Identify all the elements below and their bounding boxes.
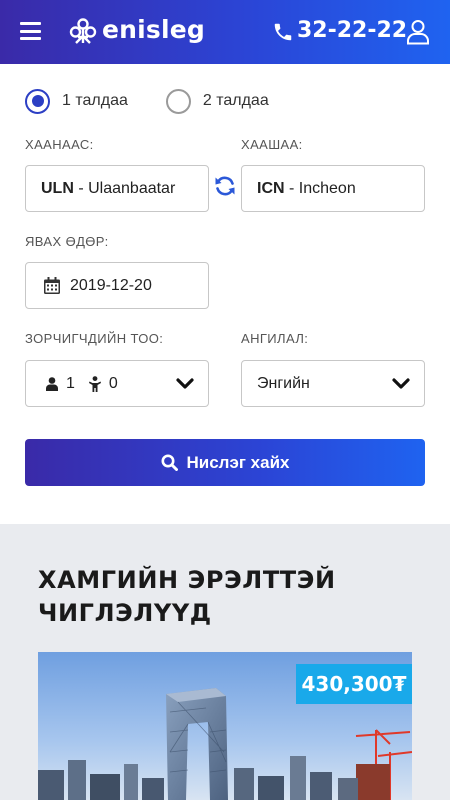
child-count: 0 [108,374,118,392]
phone-number[interactable]: 32-22-22 [297,18,407,43]
phone-icon[interactable] [272,21,294,43]
section-title: ХАМГИЙН ЭРЭЛТТЭЙ ЧИГЛЭЛҮҮД [38,564,418,630]
passengers-select[interactable]: 1 0 [25,360,209,407]
date-field[interactable]: 2019-12-20 [25,262,209,309]
logo-icon [69,18,97,44]
class-value: Энгийн [257,374,310,392]
section-title-line-1: ХАМГИЙН ЭРЭЛТТЭЙ [38,566,336,594]
radio-one-way[interactable]: 1 талдаа [25,88,128,114]
swap-icon[interactable] [213,174,237,198]
from-city: - Ulaanbaatar [73,179,176,197]
trip-type-selector: 1 талдаа 2 талдаа [25,88,269,114]
radio-one-way-label: 1 талдаа [62,92,128,109]
from-label: ХААНААС: [25,137,94,152]
date-label: ЯВАХ ӨДӨР: [25,234,109,249]
child-icon [88,375,101,392]
search-flights-label: Нислэг хайх [186,452,290,472]
to-code: ICN [257,179,285,197]
calendar-icon [44,277,60,294]
from-field[interactable]: ULN - Ulaanbaatar [25,165,209,212]
adult-count: 1 [66,374,75,392]
class-select[interactable]: Энгийн [241,360,425,407]
chevron-down-icon [392,378,410,389]
to-label: ХААШАА: [241,137,303,152]
radio-one-way-circle[interactable] [25,88,50,114]
menu-icon[interactable] [20,22,41,40]
date-value: 2019-12-20 [70,276,152,294]
radio-round-trip[interactable]: 2 талдаа [165,88,269,114]
radio-round-trip-circle[interactable] [165,88,191,114]
radio-round-trip-label: 2 талдаа [202,92,269,109]
section-title-line-2: ЧИГЛЭЛҮҮД [38,599,212,627]
adult-icon [46,376,58,391]
destination-card[interactable]: 430,300₮ [38,652,412,800]
class-label: АНГИЛАЛ: [241,331,309,346]
brand-name[interactable]: enisleg [102,15,205,44]
chevron-down-icon [176,378,194,389]
app-header: enisleg 32-22-22 [0,0,450,64]
from-code: ULN [41,179,74,197]
search-icon [161,454,178,471]
passengers-label: ЗОРЧИГЧДИЙН ТОО: [25,331,164,346]
user-icon[interactable] [406,19,430,45]
to-field[interactable]: ICN - Incheon [241,165,425,212]
price-badge: 430,300₮ [296,664,412,704]
popular-destinations-section: ХАМГИЙН ЭРЭЛТТЭЙ ЧИГЛЭЛҮҮД 430,300₮ [0,524,450,800]
search-flights-button[interactable]: Нислэг хайх [25,439,425,486]
to-city: - Incheon [284,179,356,197]
